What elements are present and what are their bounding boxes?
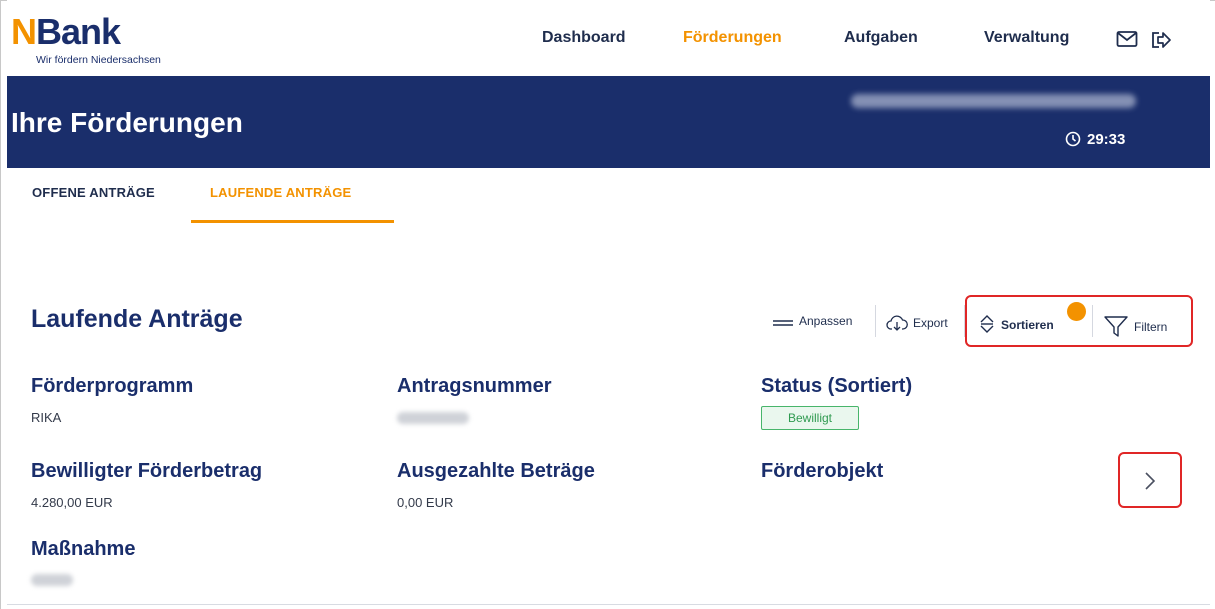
funding-object-label: Förderobjekt	[761, 460, 884, 482]
program-value: RIKA	[31, 410, 62, 425]
sort-button[interactable]: Sortieren	[978, 314, 1054, 334]
clock-icon	[1065, 131, 1081, 147]
paid-amount-value: 0,00 EUR	[397, 495, 454, 510]
cloud-download-icon	[886, 315, 908, 331]
nbank-logo[interactable]: NBank Wir fördern Niedersachsen	[11, 14, 231, 67]
chevron-right-icon	[1145, 472, 1156, 490]
open-details-button[interactable]	[1118, 452, 1182, 508]
filter-button[interactable]: Filtern	[1103, 314, 1167, 338]
tab-offene-antraege[interactable]: OFFENE ANTRÄGE	[32, 185, 155, 200]
sort-active-indicator	[1067, 302, 1086, 321]
redacted-measure-value	[31, 574, 73, 586]
measure-label: Maßnahme	[31, 538, 136, 560]
adjust-icon	[773, 320, 793, 326]
tab-laufende-antraege[interactable]: LAUFENDE ANTRÄGE	[210, 185, 351, 200]
status-label: Status (Sortiert)	[761, 375, 913, 397]
logo-bank: Bank	[36, 11, 121, 52]
page-title: Ihre Förderungen	[11, 107, 243, 138]
active-tab-indicator	[191, 220, 394, 223]
mail-icon[interactable]	[1116, 30, 1138, 50]
page-banner: Ihre Förderungen 29:33	[7, 76, 1210, 168]
timer-value: 29:33	[1087, 131, 1126, 148]
status-badge: Bewilligt	[761, 406, 859, 430]
export-label: Export	[913, 316, 948, 330]
top-bar: NBank Wir fördern Niedersachsen Dashboar…	[7, 0, 1210, 76]
nav-aufgaben[interactable]: Aufgaben	[844, 29, 918, 47]
application-number-label: Antragsnummer	[397, 375, 552, 397]
sort-label: Sortieren	[1001, 318, 1054, 332]
adjust-label: Anpassen	[799, 314, 853, 328]
paid-amount-label: Ausgezahlte Beträge	[397, 460, 595, 482]
section-title: Laufende Anträge	[31, 305, 243, 333]
sort-icon	[980, 315, 994, 333]
nav-verwaltung[interactable]: Verwaltung	[984, 29, 1069, 47]
logo-n: N	[11, 11, 37, 52]
logo-tagline: Wir fördern Niedersachsen	[36, 54, 161, 66]
toolbar-divider	[1092, 305, 1093, 337]
adjust-button[interactable]: Anpassen	[772, 314, 852, 330]
redacted-user-info	[851, 94, 1136, 108]
filter-label: Filtern	[1134, 320, 1168, 334]
nav-dashboard[interactable]: Dashboard	[542, 29, 626, 47]
filter-icon	[1104, 316, 1128, 337]
redacted-application-number	[397, 412, 469, 424]
card-divider	[7, 604, 1210, 605]
session-timer: 29:33	[1065, 131, 1125, 148]
approved-amount-label: Bewilligter Förderbetrag	[31, 460, 263, 482]
export-button[interactable]: Export	[886, 314, 948, 332]
approved-amount-value: 4.280,00 EUR	[31, 495, 113, 510]
toolbar-divider	[875, 305, 876, 337]
program-label: Förderprogramm	[31, 375, 194, 397]
nav-foerderungen[interactable]: Förderungen	[683, 29, 782, 47]
logout-icon[interactable]	[1150, 30, 1172, 50]
logo-wordmark: NBank	[11, 14, 231, 50]
